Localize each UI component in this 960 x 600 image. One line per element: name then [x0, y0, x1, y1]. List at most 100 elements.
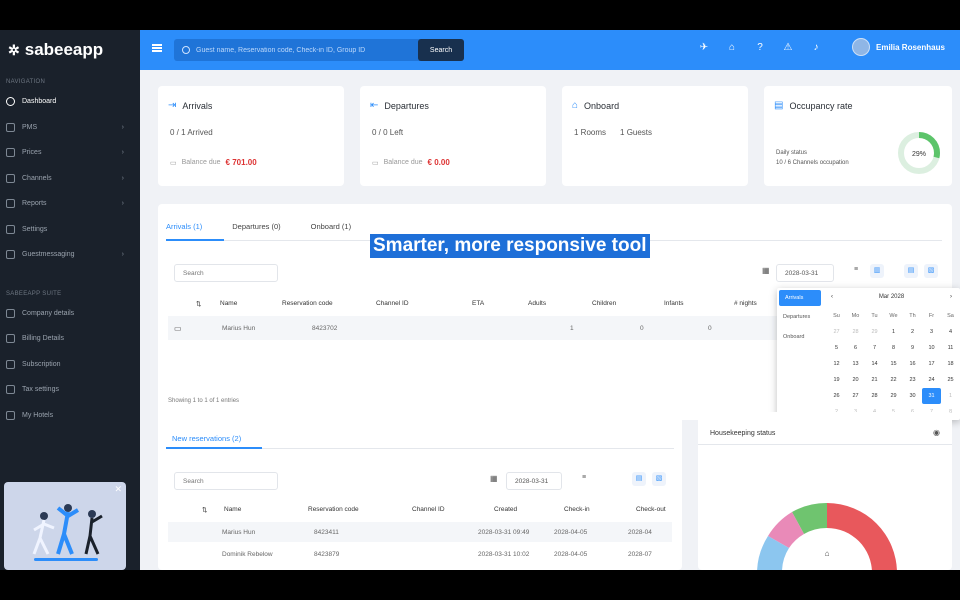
column-header[interactable]: ETA	[470, 300, 526, 308]
excel-icon[interactable]: ▤	[904, 264, 918, 278]
calendar-day[interactable]: 29	[865, 324, 884, 340]
arrivals-card[interactable]: ⇥ Arrivals 0 / 1 Arrived ▭ Balance due € 70…	[158, 86, 344, 186]
calendar-day[interactable]: 29	[884, 388, 903, 404]
logo[interactable]: ✲ sabeeapp	[0, 30, 140, 70]
calendar-day[interactable]: 24	[922, 372, 941, 388]
sidebar-item-guestmessaging[interactable]: Guestmessaging ›	[0, 242, 140, 268]
sidebar-item-tax-settings[interactable]: Tax settings	[0, 377, 140, 403]
calendar-day[interactable]: 18	[941, 356, 960, 372]
calendar-icon[interactable]: ▦	[490, 474, 498, 483]
column-header[interactable]: Reservation code	[306, 506, 410, 514]
segment-dirty[interactable]	[827, 503, 897, 570]
calendar-day[interactable]: 16	[903, 356, 922, 372]
calendar-day[interactable]: 21	[865, 372, 884, 388]
eye-icon[interactable]: ◉	[933, 428, 940, 437]
sidebar-item-my-hotels[interactable]: My Hotels	[0, 403, 140, 429]
calendar-option-onboard[interactable]: Onboard	[777, 328, 823, 348]
sidebar-item-reports[interactable]: Reports ›	[0, 191, 140, 217]
table-row[interactable]: Marius Hun 8423411 2028-03-31 09:49 2028-04…	[168, 522, 672, 542]
filter-icon[interactable]: ≡	[582, 474, 586, 481]
calendar-day[interactable]: 26	[827, 388, 846, 404]
tab-arrivals[interactable]: Arrivals (1)	[166, 222, 202, 231]
calendar-day[interactable]: 2	[903, 324, 922, 340]
sort-icon[interactable]: ⇅	[200, 506, 222, 514]
bell-icon[interactable]: ♪	[810, 42, 822, 54]
table-row[interactable]: Dominik Rebelow 8423879 2028-03-31 10:02 20…	[168, 544, 672, 564]
new-reservations-title[interactable]: New reservations (2)	[172, 434, 241, 443]
column-header[interactable]: Check-out	[634, 506, 684, 514]
column-header[interactable]: Reservation code	[280, 300, 374, 308]
pdf-icon[interactable]: ▧	[652, 472, 666, 486]
user-menu[interactable]: Emilia Rosenhaus	[852, 38, 945, 56]
sidebar-item-settings[interactable]: Settings	[0, 217, 140, 243]
chevron-left-icon[interactable]: ‹	[831, 294, 833, 300]
tab-departures[interactable]: Departures (0)	[232, 222, 280, 231]
column-header[interactable]: Created	[492, 506, 562, 514]
column-header[interactable]: # nights	[732, 300, 782, 308]
calendar-icon[interactable]: ▦	[762, 266, 770, 275]
calendar-day[interactable]: 9	[903, 340, 922, 356]
sidebar-item-company-details[interactable]: Company details	[0, 301, 140, 327]
chevron-right-icon[interactable]: ›	[950, 294, 952, 300]
warning-icon[interactable]: ⚠	[782, 42, 794, 54]
calendar-day[interactable]: 8	[884, 340, 903, 356]
calendar-day[interactable]: 5	[827, 340, 846, 356]
search-input[interactable]	[196, 46, 416, 54]
calendar-day[interactable]: 1	[884, 324, 903, 340]
calendar-day[interactable]: 31	[922, 388, 941, 404]
sidebar-item-subscription[interactable]: Subscription	[0, 352, 140, 378]
menu-icon[interactable]	[152, 44, 162, 52]
pdf-icon[interactable]: ▧	[924, 264, 938, 278]
date-picker-popup[interactable]: Arrivals Departures Onboard ‹ Mar 2028 › S…	[777, 288, 960, 420]
sidebar-item-channels[interactable]: Channels ›	[0, 166, 140, 192]
calendar-day[interactable]: 28	[865, 388, 884, 404]
arrivals-date-input[interactable]	[776, 264, 834, 282]
calendar-day[interactable]: 27	[827, 324, 846, 340]
plane-icon[interactable]: ✈	[698, 42, 710, 54]
calendar-day[interactable]: 14	[865, 356, 884, 372]
column-header[interactable]: Infants	[662, 300, 732, 308]
calendar-day[interactable]: 1	[941, 388, 960, 404]
column-header[interactable]: Name	[218, 300, 280, 308]
gift-icon[interactable]: ⌂	[726, 42, 738, 54]
reservations-search-input[interactable]	[174, 472, 278, 490]
promo-banner[interactable]: ✕	[4, 482, 126, 570]
column-header[interactable]: Channel ID	[410, 506, 492, 514]
calendar-day[interactable]: 22	[884, 372, 903, 388]
column-header[interactable]: Check-in	[562, 506, 634, 514]
departures-card[interactable]: ⇤ Departures 0 / 0 Left ▭ Balance due € 0.0…	[360, 86, 546, 186]
calendar-day[interactable]: 3	[922, 324, 941, 340]
sort-icon[interactable]: ⇅	[194, 300, 218, 308]
tab-onboard[interactable]: Onboard (1)	[311, 222, 351, 231]
column-header[interactable]: Channel ID	[374, 300, 470, 308]
calendar-day[interactable]: 6	[846, 340, 865, 356]
calendar-option-departures[interactable]: Departures	[777, 308, 823, 328]
calendar-day[interactable]: 30	[903, 388, 922, 404]
occupancy-card[interactable]: ▤ Occupancy rate Daily status 10 / 6 Chann…	[764, 86, 952, 186]
calendar-option-arrivals[interactable]: Arrivals	[779, 290, 821, 306]
calendar-day[interactable]: 27	[846, 388, 865, 404]
sidebar-item-billing-details[interactable]: Billing Details	[0, 326, 140, 352]
calendar-day[interactable]: 11	[941, 340, 960, 356]
sidebar-item-prices[interactable]: Prices ›	[0, 140, 140, 166]
calendar-day[interactable]: 25	[941, 372, 960, 388]
calendar-day[interactable]: 23	[903, 372, 922, 388]
filter-icon[interactable]: ≡	[854, 266, 858, 273]
calendar-day[interactable]: 13	[846, 356, 865, 372]
calendar-day[interactable]: 15	[884, 356, 903, 372]
calendar-day[interactable]: 12	[827, 356, 846, 372]
close-icon[interactable]: ✕	[114, 484, 122, 495]
column-header[interactable]: Children	[590, 300, 662, 308]
calendar-day[interactable]: 4	[941, 324, 960, 340]
calendar-day[interactable]: 17	[922, 356, 941, 372]
excel-icon[interactable]: ▤	[632, 472, 646, 486]
calendar-day[interactable]: 10	[922, 340, 941, 356]
table-row[interactable]: ▭ Marius Hun 8423702 1 0 0	[168, 316, 778, 340]
sidebar-item-dashboard[interactable]: Dashboard	[0, 89, 140, 115]
arrivals-search-input[interactable]	[174, 264, 278, 282]
help-icon[interactable]: ?	[754, 42, 766, 54]
reservations-date-input[interactable]	[506, 472, 562, 490]
search-button[interactable]: Search	[418, 39, 464, 61]
calendar-day[interactable]: 7	[865, 340, 884, 356]
sidebar-item-pms[interactable]: PMS ›	[0, 115, 140, 141]
